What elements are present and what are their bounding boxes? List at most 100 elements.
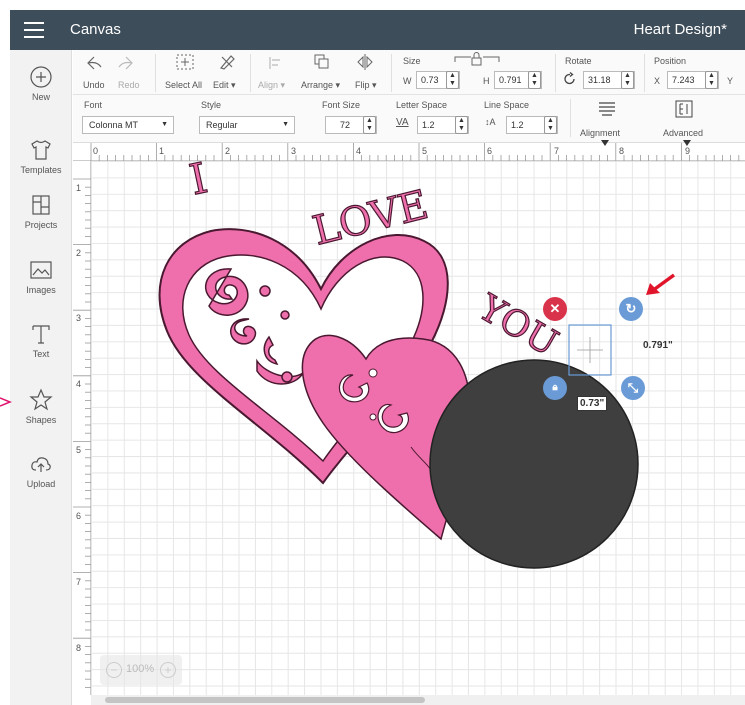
ruler-v-label: 8: [76, 643, 82, 653]
ruler-h-label: 8: [619, 146, 625, 156]
stepper-icon[interactable]: ▲ ▼: [621, 71, 634, 89]
nav-text[interactable]: Text: [10, 322, 72, 359]
scroll-thumb[interactable]: [105, 697, 425, 703]
position-x-label: X: [654, 76, 661, 86]
ruler-h-label: 1: [159, 146, 165, 156]
divider: [555, 54, 556, 92]
ruler-ticks: [90, 143, 740, 161]
stepper-icon[interactable]: ▲ ▼: [446, 71, 459, 89]
width-label: W: [403, 76, 412, 86]
edit-button[interactable]: Edit ▾: [213, 80, 236, 91]
red-arrow-icon: [646, 273, 676, 295]
ruler-h-label: 0: [93, 146, 99, 156]
nav-images[interactable]: Images: [10, 258, 72, 295]
nav-projects-label: Projects: [24, 220, 58, 230]
text-i[interactable]: I: [185, 161, 213, 205]
delete-handle[interactable]: ✕: [543, 297, 567, 321]
position-x-input[interactable]: 7.243 ▲ ▼: [667, 71, 719, 89]
circle-shape[interactable]: [429, 359, 639, 569]
divider: [391, 54, 392, 92]
redo-button[interactable]: Redo: [118, 80, 140, 90]
undo-button[interactable]: Undo: [83, 80, 105, 90]
projects-icon: [32, 195, 50, 215]
zoom-in-icon[interactable]: +: [160, 662, 176, 678]
selection-crosshair: [577, 337, 603, 363]
font-size-label: Font Size: [322, 100, 361, 110]
line-space-input[interactable]: 1.2 ▲ ▼: [506, 116, 558, 134]
position-x-value: 7.243: [672, 75, 695, 85]
rotate-input[interactable]: 31.18 ▲ ▼: [583, 71, 635, 89]
lock-ratio-icon[interactable]: [453, 52, 501, 66]
nav-templates[interactable]: Templates: [10, 138, 72, 175]
stepper-icon[interactable]: ▲ ▼: [455, 116, 468, 134]
rotate-handle[interactable]: ↻: [619, 297, 643, 321]
lock-handle[interactable]: 🔒︎: [543, 376, 567, 400]
nav-text-label: Text: [32, 349, 50, 359]
redo-icon[interactable]: [117, 55, 135, 71]
select-all-button[interactable]: Select All: [165, 80, 202, 90]
height-readout: 0.791": [643, 340, 673, 351]
nav-projects[interactable]: Projects: [10, 193, 72, 230]
width-input[interactable]: 0.73 ▲ ▼: [416, 71, 460, 89]
size-label: Size: [403, 56, 421, 66]
nav-images-label: Images: [26, 285, 56, 295]
ruler-v-label: 6: [76, 511, 82, 521]
horizontal-scrollbar[interactable]: [91, 695, 745, 705]
stepper-icon[interactable]: ▲ ▼: [363, 116, 376, 134]
text-icon: [32, 325, 50, 344]
advanced-icon[interactable]: [675, 100, 693, 118]
style-label: Style: [201, 100, 222, 110]
arrange-label: Arrange: [301, 80, 334, 90]
flip-button[interactable]: Flip ▾: [355, 80, 377, 91]
zoom-level: 100%: [126, 663, 155, 675]
alignment-icon[interactable]: [598, 101, 616, 117]
nav-upload[interactable]: Upload: [10, 452, 72, 489]
font-size-input[interactable]: 72 ▲ ▼: [325, 116, 377, 134]
undo-icon[interactable]: [85, 55, 103, 71]
arrange-button[interactable]: Arrange ▾: [301, 80, 340, 91]
shirt-icon: [31, 140, 51, 160]
width-readout: 0.73": [577, 396, 608, 411]
stepper-icon[interactable]: ▲ ▼: [705, 71, 718, 89]
divider: [250, 54, 251, 92]
zoom-out-icon[interactable]: −: [106, 662, 122, 678]
align-button[interactable]: Align ▾: [258, 80, 285, 91]
letter-space-value: 1.2: [422, 120, 435, 130]
design-canvas[interactable]: I LOVE YOU ✕ ↻ 🔒︎ ⤡ 0.791" 0.73": [91, 161, 745, 695]
nav-shapes[interactable]: Shapes: [10, 388, 72, 425]
arrange-icon[interactable]: [313, 53, 331, 71]
ruler-marker-icon: [601, 140, 609, 146]
menu-icon[interactable]: [24, 22, 44, 38]
style-select[interactable]: Regular: [199, 116, 295, 134]
ruler-v-label: 4: [76, 379, 82, 389]
style-value: Regular: [206, 120, 238, 130]
top-bar: Canvas Heart Design*: [10, 10, 745, 50]
resize-handle[interactable]: ⤡: [621, 376, 645, 400]
ruler-h-label: 4: [356, 146, 362, 156]
position-label: Position: [654, 56, 687, 66]
ruler-v-label: 5: [76, 445, 82, 455]
nav-new[interactable]: New: [10, 65, 72, 102]
left-sidebar: New Templates Projects Images Text Shape…: [10, 50, 72, 705]
alignment-button[interactable]: Alignment: [580, 128, 620, 138]
stepper-icon[interactable]: ▲ ▼: [544, 116, 557, 134]
letter-space-icon: VA: [396, 117, 409, 128]
ruler-h-label: 6: [487, 146, 493, 156]
letter-space-input[interactable]: 1.2 ▲ ▼: [417, 116, 469, 134]
select-all-icon[interactable]: [175, 53, 195, 71]
stepper-icon[interactable]: ▲ ▼: [528, 71, 541, 89]
nav-templates-label: Templates: [20, 165, 62, 175]
upload-icon: [31, 457, 51, 472]
divider: [570, 99, 571, 137]
font-select[interactable]: Colonna MT: [82, 116, 174, 134]
ruler-h-label: 2: [225, 146, 231, 156]
edit-icon[interactable]: [218, 53, 236, 71]
font-label: Font: [84, 100, 103, 110]
height-input[interactable]: 0.791 ▲ ▼: [494, 71, 542, 89]
align-icon[interactable]: [268, 56, 282, 70]
advanced-button[interactable]: Advanced: [663, 128, 703, 138]
flip-icon[interactable]: [356, 53, 374, 71]
edit-toolbar: Undo Redo Select All Edit ▾ Align ▾ Arra…: [73, 50, 745, 95]
rotate-icon: ↻: [625, 301, 637, 316]
app-window: Canvas Heart Design* New Templates Proje…: [0, 0, 745, 705]
